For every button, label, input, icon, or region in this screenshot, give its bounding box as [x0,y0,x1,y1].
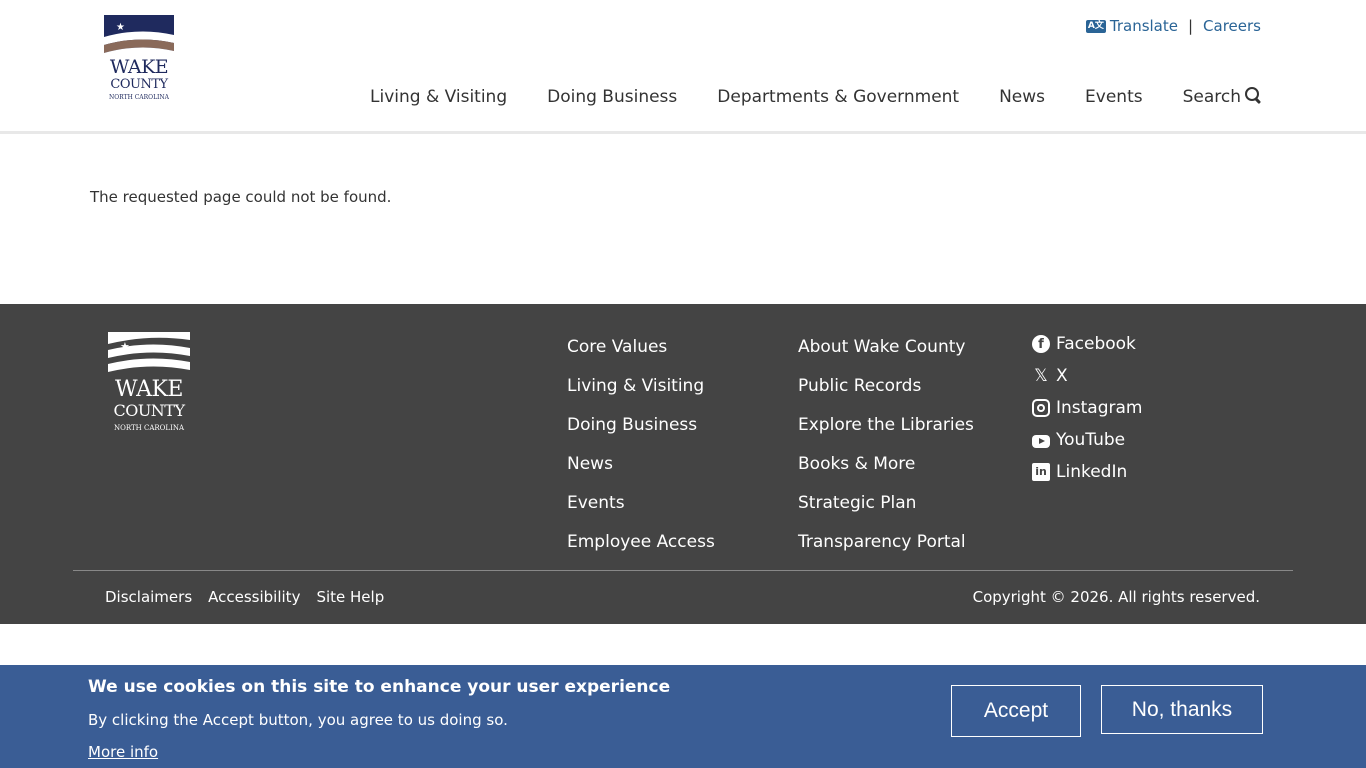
footer-link-news[interactable]: News [567,445,715,484]
social-link-youtube[interactable]: YouTube [1032,424,1143,456]
social-link-linkedin[interactable]: in LinkedIn [1032,456,1143,488]
instagram-icon [1032,399,1050,417]
nav-events[interactable]: Events [1085,87,1143,107]
footer-link-strategic-plan[interactable]: Strategic Plan [798,484,974,523]
wake-county-logo[interactable]: ★ WAKE COUNTY NORTH CAROLINA [104,15,174,105]
footer-link-core-values[interactable]: Core Values [567,328,715,367]
legal-link-site-help[interactable]: Site Help [316,588,384,606]
cookie-more-info-link[interactable]: More info [88,743,158,761]
social-link-instagram[interactable]: Instagram [1032,392,1143,424]
footer-link-about-wake-county[interactable]: About Wake County [798,328,974,367]
social-link-x[interactable]: 𝕏 X [1032,360,1143,392]
footer-link-events[interactable]: Events [567,484,715,523]
footer-link-books-more[interactable]: Books & More [798,445,974,484]
nav-living-visiting[interactable]: Living & Visiting [370,87,507,107]
footer-link-transparency-portal[interactable]: Transparency Portal [798,523,974,562]
translate-label: Translate [1109,17,1178,35]
site-header: ★ WAKE COUNTY NORTH CAROLINA A文 Translate… [0,0,1366,134]
not-found-message: The requested page could not be found. [90,188,392,206]
footer-social-links: f Facebook 𝕏 X Instagram YouTube in Link… [1032,328,1143,488]
footer-logo-flag-graphic: ★ [108,332,190,372]
nav-search[interactable]: Search [1183,87,1261,107]
footer-links-column-1: Core Values Living & Visiting Doing Busi… [567,328,715,562]
nav-departments-government[interactable]: Departments & Government [717,87,959,107]
social-label-instagram: Instagram [1056,398,1143,418]
footer-logo-county-text: COUNTY [113,401,185,420]
main-navigation: Living & Visiting Doing Business Departm… [370,87,1261,107]
logo-wake-text: WAKE [109,56,169,78]
search-label: Search [1182,87,1241,107]
cookie-title: We use cookies on this site to enhance y… [88,677,671,697]
footer-link-explore-libraries[interactable]: Explore the Libraries [798,406,974,445]
logo-county-text: COUNTY [110,77,168,92]
legal-link-disclaimers[interactable]: Disclaimers [105,588,192,606]
careers-link[interactable]: Careers [1203,17,1261,35]
site-footer: ★ WAKE COUNTY NORTH CAROLINA Core Values… [0,304,1366,624]
logo-flag-graphic: ★ [104,15,174,57]
nav-doing-business[interactable]: Doing Business [547,87,677,107]
footer-link-employee-access[interactable]: Employee Access [567,523,715,562]
x-icon: 𝕏 [1034,366,1048,386]
search-icon [1245,87,1261,103]
social-label-facebook: Facebook [1056,334,1136,354]
footer-legal-links: Disclaimers Accessibility Site Help [105,588,384,606]
social-label-linkedin: LinkedIn [1056,462,1128,482]
facebook-icon: f [1032,335,1050,353]
footer-links-column-2: About Wake County Public Records Explore… [798,328,974,562]
cookie-decline-button[interactable]: No, thanks [1101,685,1263,734]
social-label-youtube: YouTube [1056,430,1126,450]
legal-link-accessibility[interactable]: Accessibility [208,588,300,606]
footer-link-doing-business[interactable]: Doing Business [567,406,715,445]
cookie-description: By clicking the Accept button, you agree… [88,711,508,729]
svg-text:★: ★ [120,340,130,353]
cookie-banner: We use cookies on this site to enhance y… [0,665,1366,768]
cookie-accept-button[interactable]: Accept [951,685,1081,737]
linkedin-icon: in [1032,463,1050,481]
social-link-facebook[interactable]: f Facebook [1032,328,1143,360]
footer-link-living-visiting[interactable]: Living & Visiting [567,367,715,406]
copyright-text: Copyright © 2026. All rights reserved. [972,588,1260,606]
translate-icon: A文 [1085,20,1106,33]
footer-divider [73,570,1293,571]
footer-logo-wake-text: WAKE [115,377,183,402]
translate-link[interactable]: A文 Translate [1085,17,1178,35]
svg-text:★: ★ [116,22,125,33]
footer-logo-state-text: NORTH CAROLINA [113,424,185,432]
youtube-icon [1032,434,1050,448]
nav-news[interactable]: News [999,87,1045,107]
footer-link-public-records[interactable]: Public Records [798,367,974,406]
utility-links: A文 Translate | Careers [1085,17,1261,35]
footer-logo[interactable]: ★ WAKE COUNTY NORTH CAROLINA [108,332,190,437]
logo-state-text: NORTH CAROLINA [108,94,170,101]
utility-separator: | [1187,17,1194,35]
social-label-x: X [1056,366,1068,386]
